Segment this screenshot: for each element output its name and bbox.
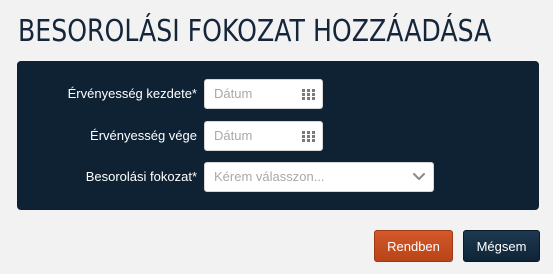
valid-to-placeholder: Dátum [214,128,253,143]
grade-placeholder: Kérem válasszon... [214,169,325,184]
ok-button[interactable]: Rendben [374,230,453,262]
calendar-icon[interactable] [302,89,315,100]
valid-from-label: Érvényesség kezdete* [67,86,197,101]
grade-label: Besorolási fokozat* [85,169,197,184]
valid-from-row: Érvényesség kezdete* Dátum [17,79,539,109]
calendar-icon[interactable] [302,131,315,142]
form-panel: Érvényesség kezdete* Dátum Érvényesség v… [17,61,539,210]
chevron-down-icon[interactable] [413,172,425,182]
grade-select[interactable]: Kérem válasszon... [204,162,434,192]
valid-from-date-input[interactable]: Dátum [204,79,323,109]
cancel-button[interactable]: Mégsem [463,230,540,262]
valid-to-label: Érvényesség vége [90,128,197,143]
dialog-title: BESOROLÁSI FOKOZAT HOZZÁADÁSA [18,14,492,49]
valid-from-placeholder: Dátum [214,86,253,101]
valid-to-row: Érvényesség vége Dátum [17,121,539,151]
valid-to-date-input[interactable]: Dátum [204,121,323,151]
grade-row: Besorolási fokozat* Kérem válasszon... [17,162,539,192]
